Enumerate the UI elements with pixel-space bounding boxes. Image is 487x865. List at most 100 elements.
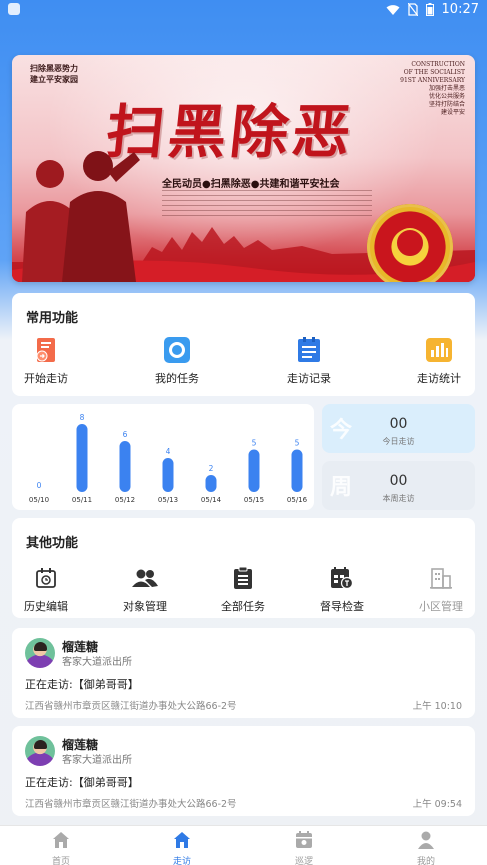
notification-icon [8, 3, 20, 15]
today-visits-caption: 今日走访 [382, 437, 415, 446]
bar-chart-svg: 0 05/10 8 05/11 6 05/12 4 05/13 2 05/14 5 05/15 5 05/… [29, 413, 308, 504]
nav-visit[interactable]: 走访 [152, 831, 212, 865]
visit-stats-label: 走访统计 [417, 372, 461, 385]
visit-record-icon [295, 336, 323, 364]
visit-time: 上午 10:10 [412, 701, 462, 712]
supervision-check-label: 督导检查 [320, 600, 364, 613]
patrol-icon [296, 831, 312, 848]
chart-bar [162, 458, 174, 492]
object-management-label: 对象管理 [123, 600, 167, 613]
chart-tick-label: 05/13 [158, 496, 178, 504]
chart-tick-label: 05/10 [29, 496, 49, 504]
all-tasks-icon [229, 564, 257, 592]
visit-record-item[interactable]: 榴莲糖 客家大道派出所 正在走访:【御弟哥哥】 江西省赣州市章贡区赣江街道办事处… [12, 726, 475, 816]
chart-bar [205, 475, 217, 492]
other-functions-card: 其他功能 历史编辑 对象管理 全部任务 督导检查 小区管理 [12, 518, 475, 618]
history-edit-button[interactable]: 历史编辑 [6, 564, 86, 614]
nav-visit-label: 走访 [172, 857, 191, 865]
my-task-button[interactable]: 我的任务 [137, 336, 217, 386]
nav-profile[interactable]: 我的 [396, 831, 456, 865]
visit-status: 正在走访:【御弟哥哥】 [25, 678, 139, 691]
visitor-department: 客家大道派出所 [62, 657, 132, 668]
banner-corner-line: 优化公共服务 [428, 93, 465, 100]
start-visit-icon [32, 336, 60, 364]
visit-status: 正在走访:【御弟哥哥】 [25, 776, 139, 789]
community-management-button[interactable]: 小区管理 [401, 564, 481, 614]
week-visits-box[interactable]: 周 00 本周走访 [322, 461, 475, 510]
chart-data-label: 5 [252, 439, 257, 448]
visit-home-icon [174, 832, 190, 848]
community-management-label: 小区管理 [419, 600, 463, 613]
banner-corner-line: 坚持打防结合 [428, 101, 465, 108]
visit-time: 上午 09:54 [412, 799, 462, 810]
chart-bar [291, 449, 303, 492]
supervision-check-button[interactable]: 督导检查 [302, 564, 382, 614]
object-management-button[interactable]: 对象管理 [105, 564, 185, 614]
supervision-check-icon [328, 564, 356, 592]
bottom-navigation: 首页 走访 巡逻 我的 [0, 825, 487, 865]
chart-tick-label: 05/16 [287, 496, 308, 504]
chart-data-label: 5 [295, 439, 300, 448]
nav-patrol-label: 巡逻 [294, 857, 313, 865]
start-visit-label: 开始走访 [24, 372, 68, 385]
all-tasks-button[interactable]: 全部任务 [203, 564, 283, 614]
chart-data-label: 4 [166, 447, 171, 456]
banner-slogan: 全民动员●扫黑除恶●共建和谐平安社会 [162, 179, 340, 190]
profile-icon [418, 831, 434, 849]
other-functions-title: 其他功能 [26, 536, 79, 551]
visit-address: 江西省赣州市章贡区赣江街道办事处大公路66-2号 [25, 799, 237, 810]
chart-data-label: 6 [123, 430, 128, 439]
visitor-department: 客家大道派出所 [62, 755, 132, 766]
avatar [25, 736, 55, 766]
all-tasks-label: 全部任务 [221, 600, 265, 613]
my-task-icon [163, 336, 191, 364]
chart-bar [248, 449, 260, 492]
chart-tick-label: 05/15 [244, 496, 264, 504]
common-functions-title: 常用功能 [26, 311, 79, 326]
banner-corner-line: CONSTRUCTION [411, 61, 465, 68]
visit-stats-button[interactable]: 走访统计 [399, 336, 479, 386]
visit-record-button[interactable]: 走访记录 [269, 336, 349, 386]
home-icon [53, 832, 69, 848]
banner-corner-line: 建设平安 [440, 109, 465, 116]
wifi-icon [386, 4, 400, 15]
banner-corner-left: 扫除黑恶势力 建立平安家园 [30, 63, 78, 85]
nav-home-label: 首页 [51, 857, 70, 865]
history-edit-label: 历史编辑 [24, 600, 68, 613]
object-management-icon [131, 564, 159, 592]
week-visits-count: 00 [389, 473, 408, 489]
banner-image[interactable]: 扫除黑恶势力 建立平安家园 CONSTRUCTION OF THE SOCIAL… [12, 55, 475, 282]
no-sim-icon [407, 3, 418, 16]
today-visits-count: 00 [389, 416, 408, 432]
nav-profile-label: 我的 [416, 857, 435, 865]
banner-corner-line: 加强打击黑恶 [428, 85, 465, 92]
chart-bar [119, 441, 131, 492]
community-management-icon [427, 564, 455, 592]
police-emblem-illustration [367, 204, 453, 282]
today-visits-box[interactable]: 今 00 今日走访 [322, 404, 475, 453]
chart-tick-label: 05/12 [115, 496, 135, 504]
banner-corner-right: CONSTRUCTION OF THE SOCIALIST 91ST ANNIV… [400, 61, 465, 117]
visit-address: 江西省赣州市章贡区赣江街道办事处大公路66-2号 [25, 701, 237, 712]
chart-tick-label: 05/14 [201, 496, 222, 504]
chart-data-label: 0 [37, 481, 42, 490]
nav-home[interactable]: 首页 [31, 831, 91, 865]
visit-record-item[interactable]: 榴莲糖 客家大道派出所 正在走访:【御弟哥哥】 江西省赣州市章贡区赣江街道办事处… [12, 628, 475, 718]
my-task-label: 我的任务 [155, 372, 199, 385]
battery-icon [425, 3, 434, 16]
banner-corner-line: OF THE SOCIALIST [403, 69, 465, 76]
history-edit-icon [32, 564, 60, 592]
week-visits-caption: 本周走访 [382, 494, 415, 503]
chart-data-label: 8 [80, 413, 85, 422]
nav-patrol[interactable]: 巡逻 [274, 831, 334, 865]
chart-data-label: 2 [209, 464, 214, 473]
start-visit-button[interactable]: 开始走访 [6, 336, 86, 386]
visit-record-label: 走访记录 [287, 372, 331, 385]
banner-corner-line: 扫除黑恶势力 [30, 63, 78, 73]
common-functions-card: 常用功能 开始走访 我的任务 走访记录 走访统计 [12, 293, 475, 396]
visit-stats-icon [425, 336, 453, 364]
soldiers-silhouette-illustration [22, 151, 140, 282]
avatar [25, 638, 55, 668]
chart-tick-label: 05/11 [72, 496, 92, 504]
banner-corner-line: 建立平安家园 [30, 74, 78, 84]
